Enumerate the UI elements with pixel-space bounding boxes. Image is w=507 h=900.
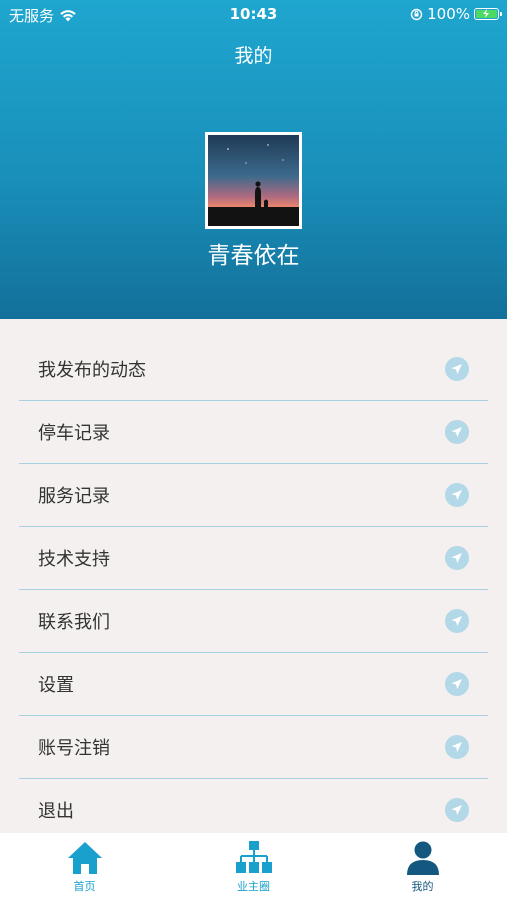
send-icon — [445, 609, 469, 633]
menu-item-label: 我发布的动态 — [38, 360, 146, 381]
avatar-image — [208, 135, 299, 226]
battery-percent: 100% — [427, 5, 470, 23]
tab-owner-circle[interactable]: 业主圈 — [169, 833, 338, 900]
send-icon — [445, 672, 469, 696]
menu-item-label: 设置 — [38, 675, 74, 696]
menu-item-contact-us[interactable]: 联系我们 — [19, 590, 488, 653]
menu-item-label: 服务记录 — [38, 486, 110, 507]
menu-item-label: 技术支持 — [38, 549, 110, 570]
menu-item-service-records[interactable]: 服务记录 — [19, 464, 488, 527]
profile-menu: 我发布的动态 停车记录 服务记录 技术支持 联系我们 设置 账号注销 退出 — [19, 338, 488, 842]
menu-item-label: 账号注销 — [38, 738, 110, 759]
menu-item-my-posts[interactable]: 我发布的动态 — [19, 338, 488, 401]
orientation-lock-icon — [410, 8, 423, 20]
tab-label: 业主圈 — [237, 880, 270, 893]
menu-item-tech-support[interactable]: 技术支持 — [19, 527, 488, 590]
send-icon — [445, 420, 469, 444]
tab-label: 我的 — [411, 880, 434, 893]
tab-label: 首页 — [73, 880, 96, 893]
tab-mine[interactable]: 我的 — [338, 833, 507, 900]
home-icon — [67, 842, 102, 874]
battery-icon — [474, 8, 502, 20]
username: 青春依在 — [207, 243, 300, 269]
user-icon — [406, 841, 439, 875]
send-icon — [445, 798, 469, 822]
tab-bar: 首页 业主圈 我的 — [0, 833, 507, 900]
menu-item-label: 退出 — [38, 801, 74, 822]
page-title: 我的 — [234, 45, 273, 67]
status-right: 100% — [410, 5, 502, 23]
network-icon — [235, 841, 272, 873]
profile-header: 无服务 10:43 100% 我的 青春依在 — [0, 0, 507, 319]
send-icon — [445, 735, 469, 759]
menu-item-delete-account[interactable]: 账号注销 — [19, 716, 488, 779]
avatar[interactable] — [205, 132, 302, 229]
menu-item-label: 停车记录 — [38, 423, 110, 444]
tab-home[interactable]: 首页 — [0, 833, 169, 900]
menu-item-settings[interactable]: 设置 — [19, 653, 488, 716]
menu-item-label: 联系我们 — [38, 612, 110, 633]
send-icon — [445, 483, 469, 507]
send-icon — [445, 357, 469, 381]
menu-item-parking-records[interactable]: 停车记录 — [19, 401, 488, 464]
send-icon — [445, 546, 469, 570]
status-bar: 无服务 10:43 100% — [0, 0, 507, 28]
